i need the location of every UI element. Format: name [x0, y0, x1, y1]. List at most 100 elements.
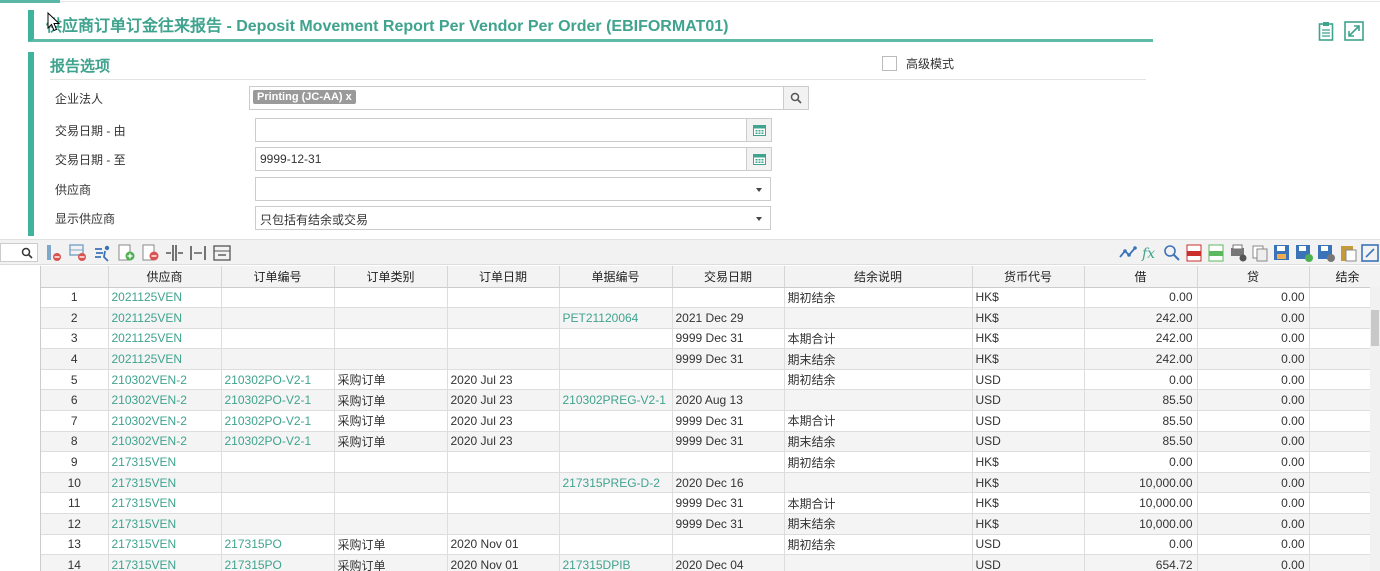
order-no-cell[interactable] [221, 348, 335, 370]
copy-icon[interactable] [1250, 243, 1270, 263]
save-as-icon[interactable] [1316, 243, 1336, 263]
legal-entity-field[interactable]: Printing (JC-AA) x [249, 86, 809, 110]
filter-icon[interactable] [1162, 243, 1182, 263]
split-column-icon[interactable] [164, 243, 184, 263]
column-header-balance-desc[interactable]: 结余说明 [784, 266, 973, 288]
doc-no-cell[interactable]: PET21120064 [559, 307, 673, 329]
vendor-cell[interactable]: 2021125VEN [108, 348, 222, 370]
chevron-down-icon[interactable] [756, 188, 762, 192]
doc-no-cell[interactable] [559, 431, 673, 453]
merge-column-icon[interactable] [188, 243, 208, 263]
add-page-icon[interactable] [116, 243, 136, 263]
vendor-cell[interactable]: 217315VEN [108, 472, 222, 494]
doc-no-cell[interactable]: 210302PREG-V2-1 [559, 389, 673, 412]
column-header-vendor[interactable]: 供应商 [108, 266, 222, 288]
table-row[interactable]: 8 210302VEN-2 210302PO-V2-1 采购订单 2020 Jul 23… [41, 431, 1380, 453]
column-header-doc-no[interactable]: 单据编号 [559, 266, 673, 288]
vendor-cell[interactable]: 210302VEN-2 [108, 431, 222, 453]
order-no-cell[interactable] [221, 307, 335, 329]
date-from-input[interactable] [255, 118, 772, 142]
vendor-cell[interactable]: 217315VEN [108, 513, 222, 535]
legal-entity-tag[interactable]: Printing (JC-AA) x [253, 90, 356, 104]
table-row[interactable]: 11 217315VEN 9999 Dec 31 本期合计 HK$ 10,000.00 0.… [41, 492, 1380, 515]
doc-no-cell[interactable] [559, 534, 673, 556]
calendar-button[interactable] [746, 148, 771, 170]
doc-no-cell[interactable] [559, 287, 673, 309]
column-header-debit[interactable]: 借 [1084, 266, 1198, 288]
order-no-cell[interactable] [221, 328, 335, 350]
column-header-order-no[interactable]: 订单编号 [221, 266, 335, 288]
doc-no-cell[interactable]: 217315DPIB [559, 554, 673, 571]
vendor-cell[interactable]: 217315VEN [108, 492, 222, 515]
vendor-select[interactable] [255, 177, 771, 201]
chevron-down-icon[interactable] [756, 217, 762, 221]
paste-icon[interactable] [1338, 243, 1358, 263]
advanced-mode-checkbox[interactable] [882, 56, 897, 71]
column-header-trans-date[interactable]: 交易日期 [672, 266, 785, 288]
table-row[interactable]: 14 217315VEN 217315PO 采购订单 2020 Nov 01 217315… [41, 554, 1380, 571]
column-header-credit[interactable]: 贷 [1197, 266, 1310, 288]
order-no-cell[interactable] [221, 472, 335, 494]
vendor-cell[interactable]: 210302VEN-2 [108, 389, 222, 412]
vendor-cell[interactable]: 2021125VEN [108, 328, 222, 350]
vendor-cell[interactable]: 210302VEN-2 [108, 410, 222, 432]
order-no-cell[interactable]: 210302PO-V2-1 [221, 431, 335, 453]
table-row[interactable]: 4 2021125VEN 9999 Dec 31 期末结余 HK$ 242.00 0.00 [41, 348, 1380, 370]
doc-no-cell[interactable] [559, 513, 673, 535]
order-no-cell[interactable] [221, 492, 335, 515]
table-row[interactable]: 5 210302VEN-2 210302PO-V2-1 采购订单 2020 Jul 23… [41, 369, 1380, 391]
fullscreen-icon[interactable] [1360, 243, 1380, 263]
formula-icon[interactable]: fx [1140, 243, 1160, 263]
save-add-icon[interactable] [1294, 243, 1314, 263]
run-icon[interactable] [92, 243, 112, 263]
order-no-cell[interactable] [221, 287, 335, 309]
table-row[interactable]: 13 217315VEN 217315PO 采购订单 2020 Nov 01 期初结余 US… [41, 534, 1380, 556]
doc-no-cell[interactable] [559, 328, 673, 350]
table-row[interactable]: 10 217315VEN 217315PREG-D-2 2020 Dec 16 HK$ 1… [41, 472, 1380, 494]
order-no-cell[interactable]: 217315PO [221, 534, 335, 556]
order-no-cell[interactable]: 210302PO-V2-1 [221, 389, 335, 412]
vendor-cell[interactable]: 217315VEN [108, 554, 222, 571]
table-row[interactable]: 6 210302VEN-2 210302PO-V2-1 采购订单 2020 Jul 23… [41, 389, 1380, 412]
vendor-cell[interactable]: 217315VEN [108, 534, 222, 556]
table-row[interactable]: 1 2021125VEN 期初结余 HK$ 0.00 0.00 [41, 287, 1380, 309]
pdf-export-icon[interactable] [1184, 243, 1204, 263]
column-header-currency[interactable]: 货币代号 [972, 266, 1085, 288]
expand-icon[interactable] [1344, 20, 1364, 42]
clipboard-icon[interactable] [1316, 20, 1336, 42]
column-header-index[interactable] [41, 266, 109, 288]
tag-remove-icon[interactable]: x [346, 91, 352, 103]
vendor-cell[interactable]: 210302VEN-2 [108, 369, 222, 391]
doc-no-cell[interactable] [559, 492, 673, 515]
vendor-cell[interactable]: 217315VEN [108, 451, 222, 473]
table-row[interactable]: 9 217315VEN 期初结余 HK$ 0.00 0.00 [41, 451, 1380, 473]
order-no-cell[interactable] [221, 451, 335, 473]
doc-no-cell[interactable] [559, 369, 673, 391]
table-row[interactable]: 7 210302VEN-2 210302PO-V2-1 采购订单 2020 Jul 23… [41, 410, 1380, 432]
order-no-cell[interactable] [221, 513, 335, 535]
grid-scrollbar-thumb[interactable] [1371, 310, 1379, 346]
order-no-cell[interactable]: 210302PO-V2-1 [221, 410, 335, 432]
save-icon[interactable] [1272, 243, 1292, 263]
remove-row-icon[interactable] [68, 243, 88, 263]
search-button[interactable] [783, 87, 808, 109]
vendor-cell[interactable]: 2021125VEN [108, 287, 222, 309]
doc-no-cell[interactable]: 217315PREG-D-2 [559, 472, 673, 494]
grid-search-box[interactable] [0, 243, 38, 262]
calendar-button[interactable] [746, 119, 771, 141]
fit-columns-icon[interactable] [212, 243, 232, 263]
show-vendor-select[interactable]: 只包括有结余或交易 [255, 206, 771, 230]
column-header-order-type[interactable]: 订单类别 [334, 266, 448, 288]
order-no-cell[interactable]: 217315PO [221, 554, 335, 571]
chart-icon[interactable] [1118, 243, 1138, 263]
doc-no-cell[interactable] [559, 348, 673, 370]
doc-no-cell[interactable] [559, 451, 673, 473]
html-export-icon[interactable] [1206, 243, 1226, 263]
column-header-order-date[interactable]: 订单日期 [447, 266, 560, 288]
table-row[interactable]: 12 217315VEN 9999 Dec 31 期末结余 HK$ 10,000.00 0.… [41, 513, 1380, 535]
print-settings-icon[interactable] [1228, 243, 1248, 263]
vendor-cell[interactable]: 2021125VEN [108, 307, 222, 329]
date-to-input[interactable]: 9999-12-31 [255, 147, 772, 171]
table-row[interactable]: 2 2021125VEN PET21120064 2021 Dec 29 HK$ 242.… [41, 307, 1380, 329]
table-row[interactable]: 3 2021125VEN 9999 Dec 31 本期合计 HK$ 242.00 0.00 [41, 328, 1380, 350]
